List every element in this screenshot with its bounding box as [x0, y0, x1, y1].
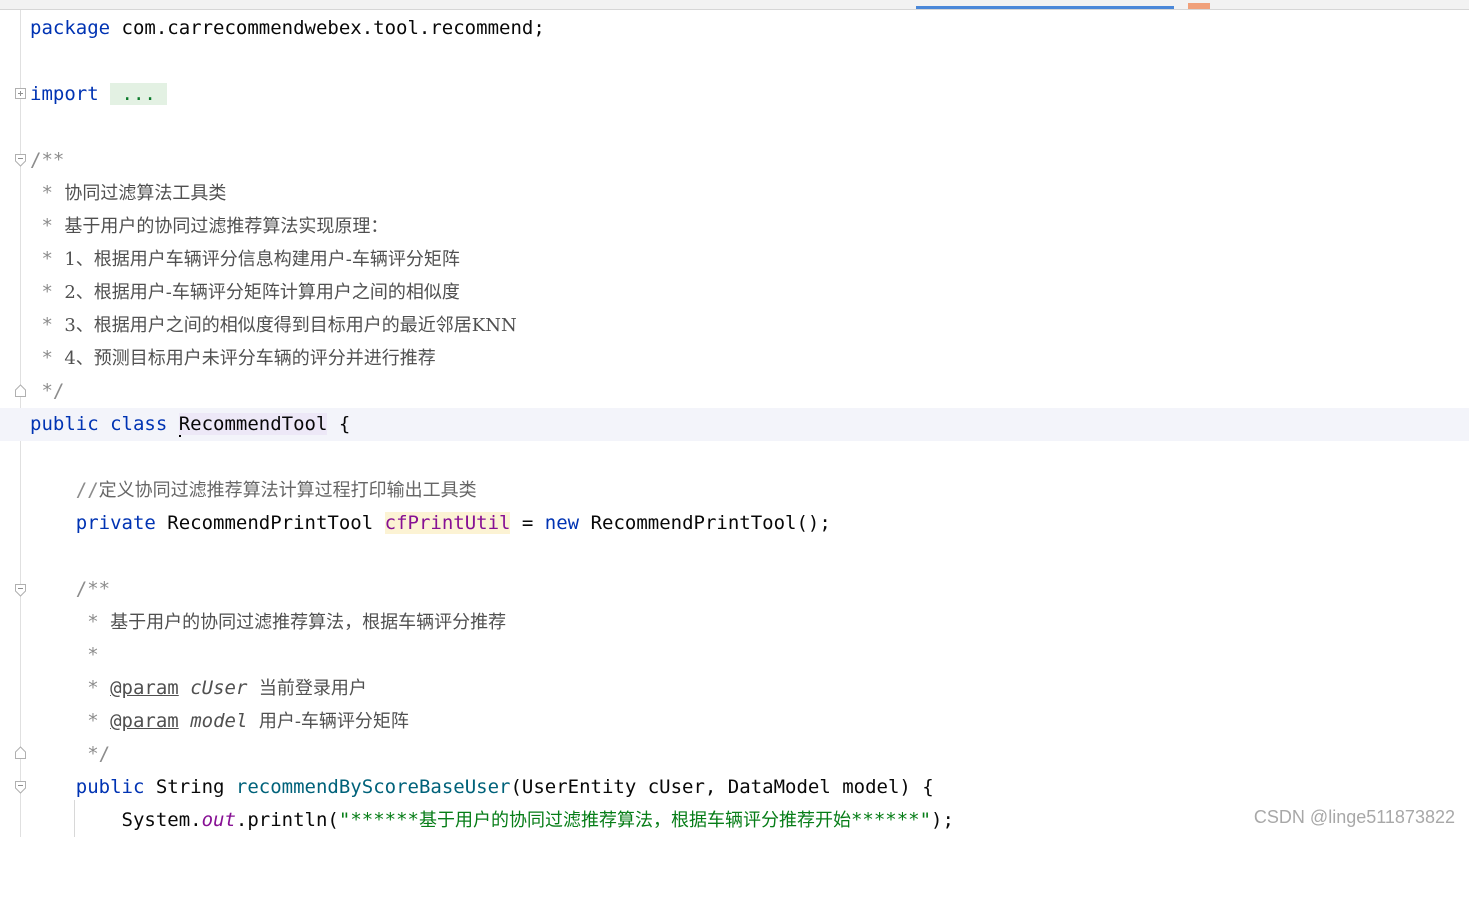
- type-name: RecommendPrintTool: [155, 512, 385, 534]
- keyword: private: [75, 512, 156, 534]
- active-tab-indicator[interactable]: [916, 6, 1174, 9]
- code-line[interactable]: * @param model 用户-车辆评分矩阵: [0, 705, 1469, 738]
- param-desc: 当前登录用户: [258, 678, 367, 699]
- doc-comment-text: 3、根据用户之间的相似度得到目标用户的最近邻居KNN: [64, 315, 517, 336]
- tab-file-icon[interactable]: [1188, 3, 1210, 9]
- keyword: import: [30, 83, 99, 105]
- code-line[interactable]: * 1、根据用户车辆评分信息构建用户-车辆评分矩阵: [0, 243, 1469, 276]
- doc-comment-text: 4、预测目标用户未评分车辆的评分并进行推荐: [64, 348, 436, 369]
- editor-tab-bar: [0, 0, 1469, 10]
- javadoc-tag: @param: [110, 710, 179, 732]
- code-editor[interactable]: package com.carrecommendwebex.tool.recom…: [0, 10, 1469, 837]
- code-line[interactable]: package com.carrecommendwebex.tool.recom…: [0, 12, 1469, 45]
- doc-comment: */: [75, 743, 111, 765]
- brace: {: [327, 413, 351, 435]
- watermark: CSDN @linge511873822: [1253, 807, 1455, 827]
- code-line[interactable]: import ...: [0, 78, 1469, 111]
- code-line[interactable]: /**: [0, 573, 1469, 606]
- code-line[interactable]: /**: [0, 144, 1469, 177]
- code-line[interactable]: * 基于用户的协同过滤推荐算法实现原理：: [0, 210, 1469, 243]
- keyword: public: [75, 776, 145, 798]
- code-line[interactable]: * 4、预测目标用户未评分车辆的评分并进行推荐: [0, 342, 1469, 375]
- return-type: String: [144, 776, 236, 798]
- doc-comment-text: 基于用户的协同过滤推荐算法实现原理：: [64, 216, 389, 237]
- doc-comment: */: [30, 380, 65, 402]
- code-line[interactable]: */: [0, 375, 1469, 408]
- param-desc: 用户-车辆评分矩阵: [258, 711, 409, 732]
- code-line[interactable]: public String recommendByScoreBaseUser(U…: [0, 771, 1469, 804]
- param-name: model: [190, 710, 248, 732]
- method-params: (UserEntity cUser, DataModel model) {: [510, 776, 934, 798]
- code-line[interactable]: *: [0, 639, 1469, 672]
- keyword: new: [544, 512, 580, 534]
- line-comment-text: 定义协同过滤推荐算法计算过程打印输出工具类: [98, 480, 477, 501]
- code-line[interactable]: private RecommendPrintTool cfPrintUtil =…: [0, 507, 1469, 540]
- doc-comment-text: 基于用户的协同过滤推荐算法，根据车辆评分推荐: [110, 612, 507, 633]
- code-line[interactable]: * 协同过滤算法工具类: [0, 177, 1469, 210]
- class-name[interactable]: RecommendTool: [178, 413, 328, 435]
- code-line[interactable]: * 2、根据用户-车辆评分矩阵计算用户之间的相似度: [0, 276, 1469, 309]
- doc-comment-text: 协同过滤算法工具类: [64, 183, 227, 204]
- code-line[interactable]: * 3、根据用户之间的相似度得到目标用户的最近邻居KNN: [0, 309, 1469, 342]
- doc-comment: /**: [75, 578, 111, 600]
- static-field: out: [201, 809, 236, 831]
- code-line[interactable]: * @param cUser 当前登录用户: [0, 672, 1469, 705]
- folded-imports[interactable]: ...: [110, 83, 168, 105]
- keyword: public class: [30, 413, 179, 435]
- code-line[interactable]: * 基于用户的协同过滤推荐算法，根据车辆评分推荐: [0, 606, 1469, 639]
- code-line[interactable]: */: [0, 738, 1469, 771]
- package-name: com.carrecommendwebex.tool.recommend;: [110, 17, 545, 39]
- doc-comment-text: 1、根据用户车辆评分信息构建用户-车辆评分矩阵: [64, 249, 460, 270]
- doc-comment: /**: [30, 149, 65, 171]
- javadoc-tag: @param: [110, 677, 179, 699]
- field-name[interactable]: cfPrintUtil: [384, 512, 511, 534]
- method-name[interactable]: recommendByScoreBaseUser: [236, 776, 511, 798]
- code-line[interactable]: //定义协同过滤推荐算法计算过程打印输出工具类: [0, 474, 1469, 507]
- line-comment: //: [75, 479, 99, 501]
- doc-comment-text: 2、根据用户-车辆评分矩阵计算用户之间的相似度: [64, 282, 460, 303]
- code-line[interactable]: System.out.println("******基于用户的协同过滤推荐算法，…: [0, 804, 1469, 837]
- keyword: package: [30, 17, 111, 39]
- param-name: cUser: [190, 677, 248, 699]
- current-code-line[interactable]: public class RecommendTool {: [0, 408, 1469, 441]
- string-literal: 基于用户的协同过滤推荐算法，根据车辆评分推荐开始: [418, 810, 851, 831]
